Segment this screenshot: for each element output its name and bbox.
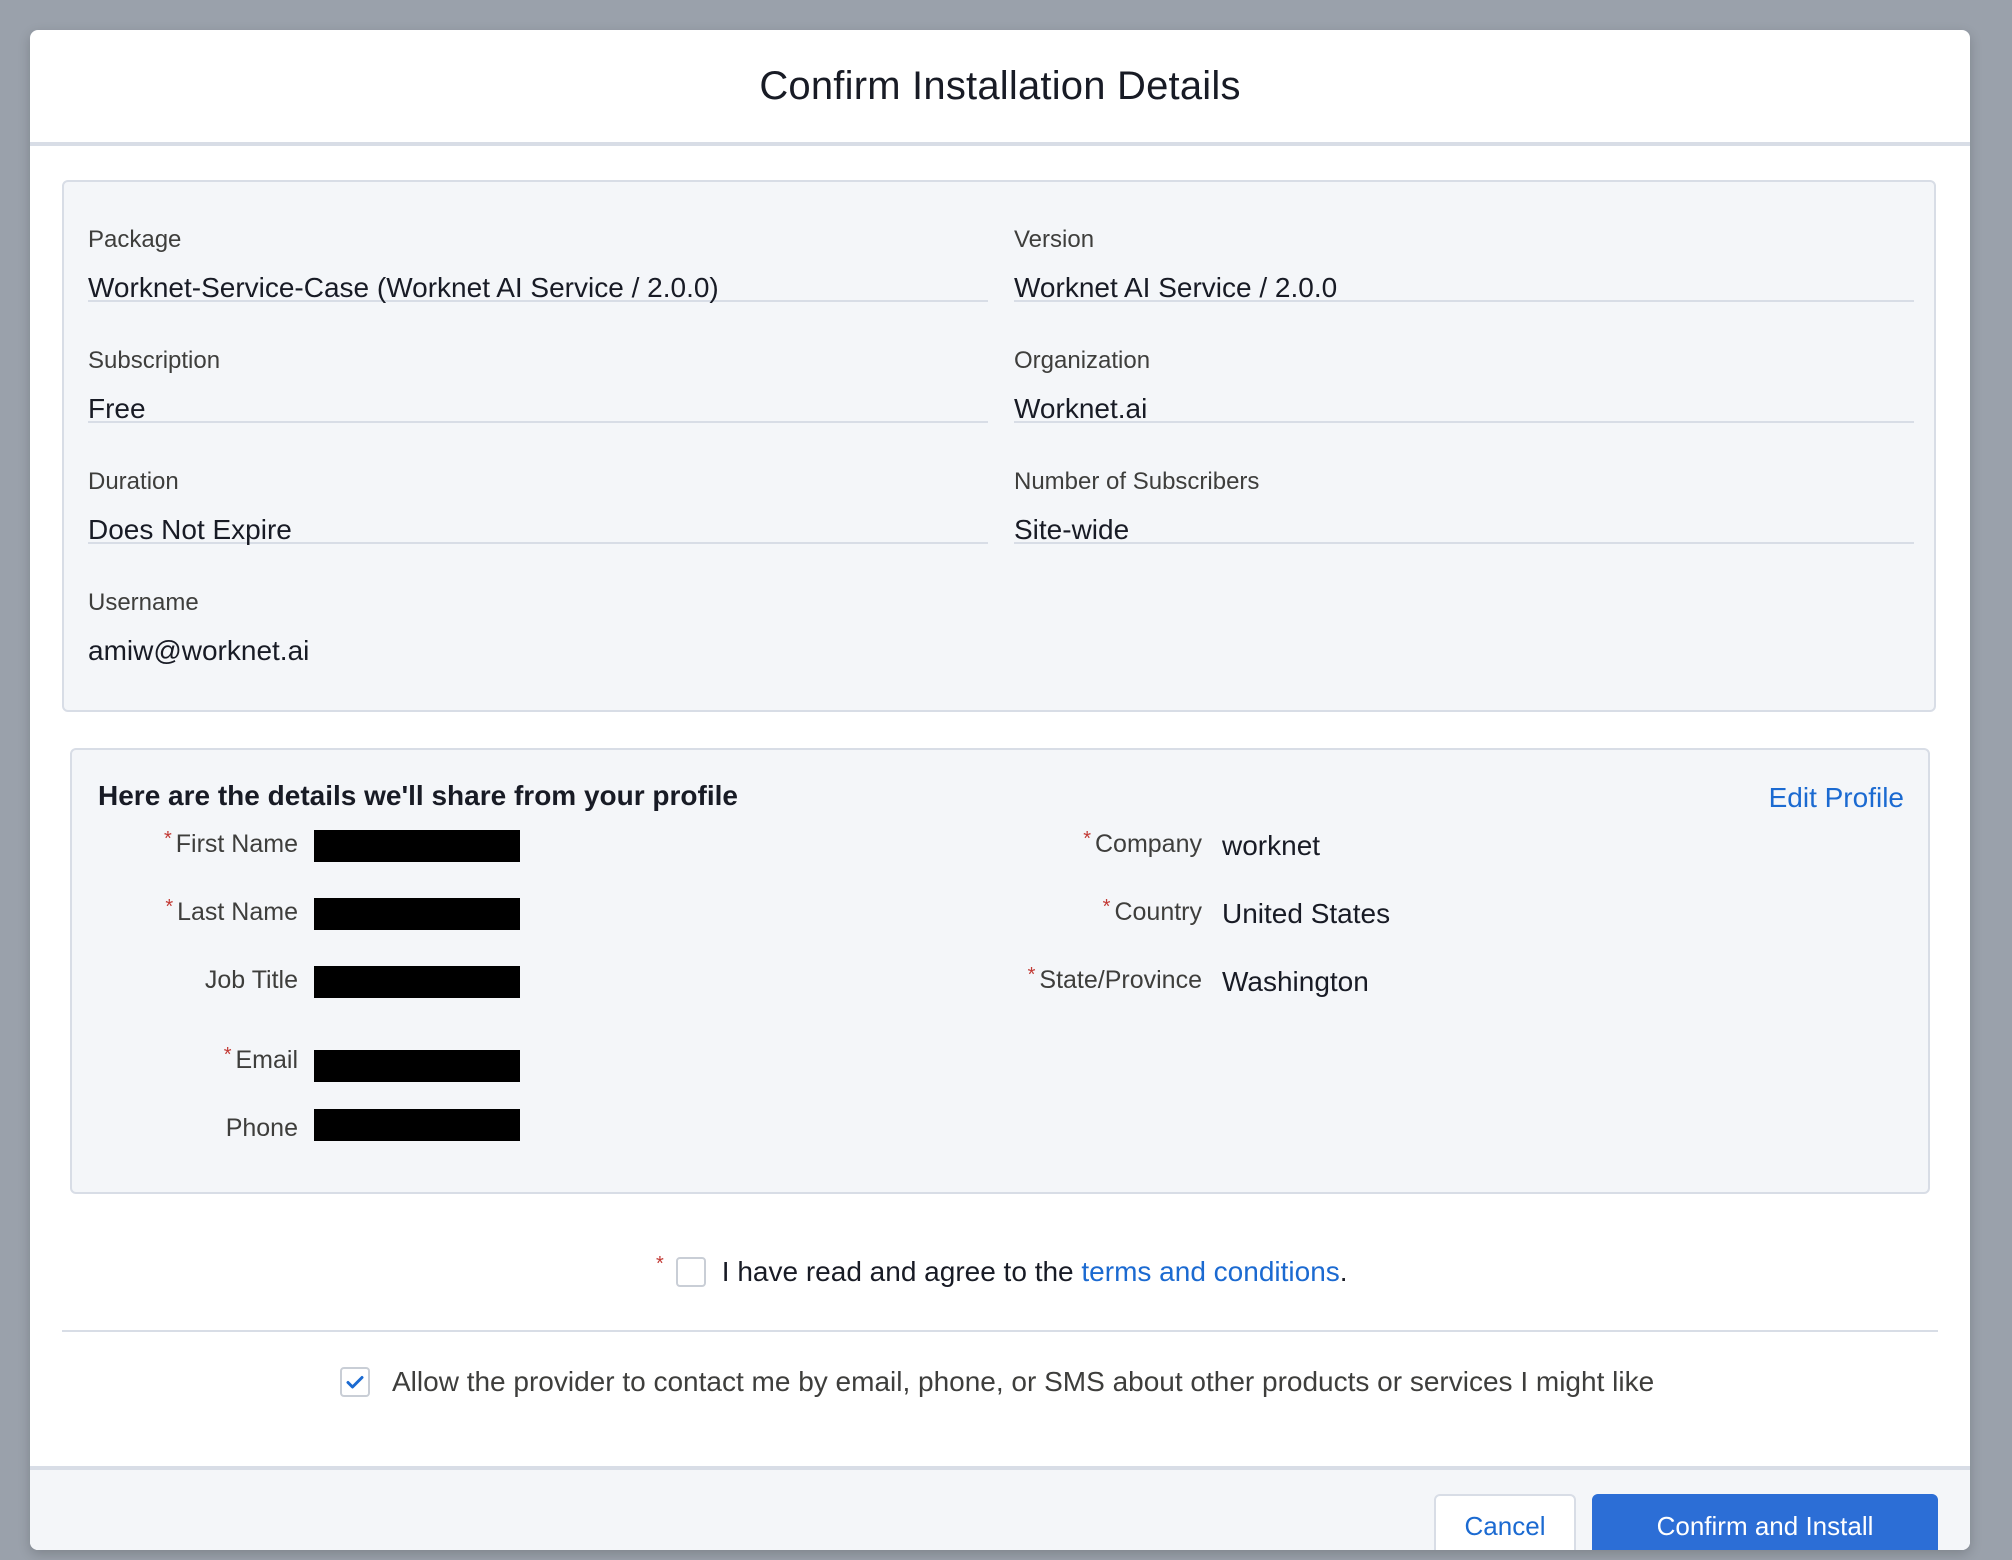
profile-heading: Here are the details we'll share from yo… bbox=[98, 780, 738, 811]
username-label: Username bbox=[88, 589, 199, 616]
organization-label: Organization bbox=[1014, 347, 1151, 374]
subscribers-label: Number of Subscribers bbox=[1014, 468, 1260, 495]
required-mark: * bbox=[1102, 896, 1111, 918]
country-value: United States bbox=[1222, 898, 1391, 929]
company-row: * Company bbox=[72, 828, 1202, 870]
contact-consent-checkbox[interactable] bbox=[340, 1367, 370, 1397]
country-row: * Country bbox=[72, 896, 1202, 938]
terms-period: . bbox=[1339, 1256, 1348, 1287]
terms-checkbox[interactable] bbox=[675, 1257, 706, 1287]
required-mark: * bbox=[1083, 828, 1091, 850]
terms-agreement: * I have read and agree to the terms and… bbox=[656, 1252, 1348, 1288]
duration-field: Duration Does Not Expire bbox=[88, 424, 988, 545]
modal-header: Confirm Installation Details bbox=[30, 30, 1970, 146]
phone-value-redacted bbox=[314, 1109, 520, 1141]
version-label: Version bbox=[1014, 226, 1095, 253]
install-modal: Confirm Installation Details Package Wor… bbox=[30, 30, 1970, 1550]
phone-row: Phone bbox=[72, 1114, 298, 1154]
terms-text: I have read and agree to the bbox=[721, 1256, 1082, 1287]
edit-profile-link[interactable]: Edit Profile bbox=[1769, 782, 1904, 814]
username-value: amiw@worknet.ai bbox=[88, 635, 310, 666]
email-label: * Email bbox=[223, 1044, 298, 1074]
subscription-value: Free bbox=[88, 393, 146, 424]
version-field: Version Worknet AI Service / 2.0.0 bbox=[1014, 182, 1914, 303]
terms-agreement-row: * I have read and agree to the terms and… bbox=[30, 1252, 1970, 1296]
contact-consent-row: Allow the provider to contact me by emai… bbox=[340, 1366, 1654, 1398]
country-label: * Country bbox=[1102, 896, 1202, 926]
modal-title: Confirm Installation Details bbox=[759, 63, 1241, 108]
state-row: * State/Province bbox=[72, 964, 1202, 1006]
email-row: * Email bbox=[72, 1044, 298, 1086]
organization-field: Organization Worknet.ai bbox=[1014, 303, 1914, 424]
subscribers-value: Site-wide bbox=[1014, 514, 1130, 545]
state-value: Washington bbox=[1222, 966, 1369, 997]
profile-card: Here are the details we'll share from yo… bbox=[70, 748, 1930, 1194]
company-value: worknet bbox=[1222, 830, 1321, 861]
phone-label: Phone bbox=[225, 1114, 298, 1142]
checkmark-icon bbox=[346, 1376, 364, 1389]
package-value: Worknet-Service-Case (Worknet AI Service… bbox=[88, 272, 719, 303]
package-field: Package Worknet-Service-Case (Worknet AI… bbox=[88, 182, 988, 303]
package-details-card: Package Worknet-Service-Case (Worknet AI… bbox=[62, 180, 1936, 712]
email-value-redacted bbox=[314, 1050, 520, 1082]
required-mark: * bbox=[656, 1252, 664, 1275]
organization-value: Worknet.ai bbox=[1014, 393, 1148, 424]
username-field: Username amiw@worknet.ai bbox=[88, 545, 988, 666]
duration-label: Duration bbox=[88, 468, 179, 495]
required-mark: * bbox=[223, 1044, 232, 1066]
cancel-button[interactable]: Cancel bbox=[1434, 1494, 1576, 1550]
package-label: Package bbox=[88, 226, 182, 253]
section-divider bbox=[62, 1330, 1938, 1332]
contact-consent-text: Allow the provider to contact me by emai… bbox=[392, 1366, 1655, 1397]
state-label: * State/Province bbox=[1027, 964, 1202, 994]
duration-value: Does Not Expire bbox=[88, 514, 292, 545]
version-value: Worknet AI Service / 2.0.0 bbox=[1014, 272, 1338, 303]
terms-and-conditions-link[interactable]: terms and conditions bbox=[1081, 1256, 1339, 1288]
company-label: * Company bbox=[1083, 828, 1202, 858]
confirm-and-install-button[interactable]: Confirm and Install bbox=[1592, 1494, 1938, 1550]
subscription-label: Subscription bbox=[88, 347, 221, 374]
subscription-field: Subscription Free bbox=[88, 303, 988, 424]
required-mark: * bbox=[1027, 964, 1036, 986]
subscribers-field: Number of Subscribers Site-wide bbox=[1014, 424, 1914, 545]
